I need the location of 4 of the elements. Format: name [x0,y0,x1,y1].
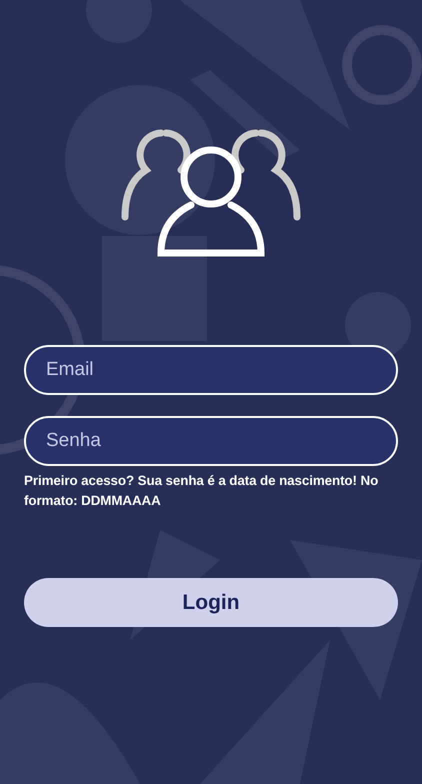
email-field[interactable]: Email [24,345,398,395]
hint-text: Primeiro acesso? Sua senha é a data de nascimento! No formato: DDMMAAAA [24,472,380,510]
password-field[interactable]: Senha [24,416,398,466]
login-button[interactable]: Login [24,578,398,627]
